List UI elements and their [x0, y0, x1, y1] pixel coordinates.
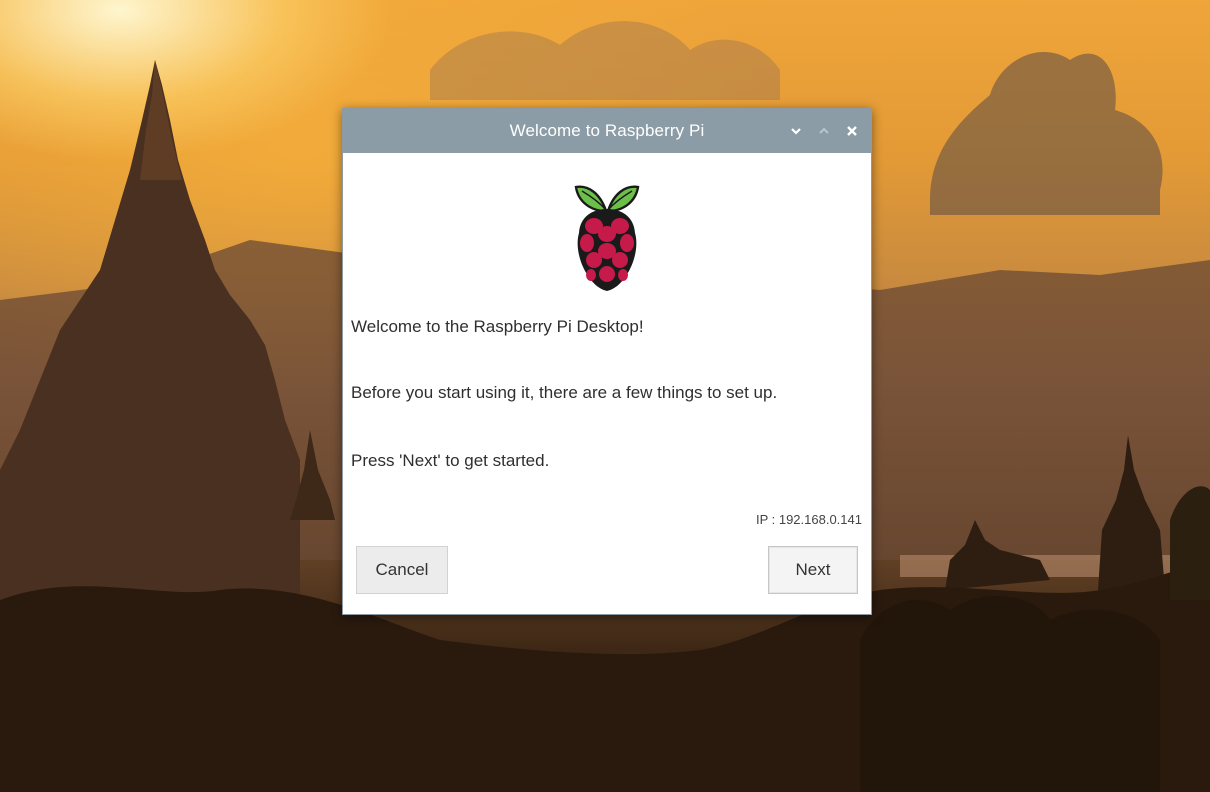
- chevron-down-icon: [791, 128, 801, 135]
- window-controls: [787, 109, 861, 153]
- raspberry-pi-logo: [574, 185, 640, 291]
- close-icon: [847, 126, 857, 136]
- setup-text: Before you start using it, there are a f…: [351, 383, 778, 402]
- ip-address: IP : 192.168.0.141: [755, 512, 862, 527]
- close-button[interactable]: [843, 122, 861, 140]
- title-bar[interactable]: Welcome to Raspberry Pi: [343, 109, 871, 153]
- welcome-dialog: Welcome to Raspberry Pi Welcome to the R…: [342, 108, 872, 615]
- instruction-text: Press 'Next' to get started.: [351, 451, 550, 470]
- minimize-button[interactable]: [787, 122, 805, 140]
- chevron-up-icon: [819, 127, 829, 134]
- cancel-button[interactable]: Cancel: [356, 546, 448, 594]
- next-button[interactable]: Next: [768, 546, 858, 594]
- maximize-button[interactable]: [815, 122, 833, 140]
- window-title: Welcome to Raspberry Pi: [509, 121, 705, 140]
- welcome-text: Welcome to the Raspberry Pi Desktop!: [351, 317, 644, 336]
